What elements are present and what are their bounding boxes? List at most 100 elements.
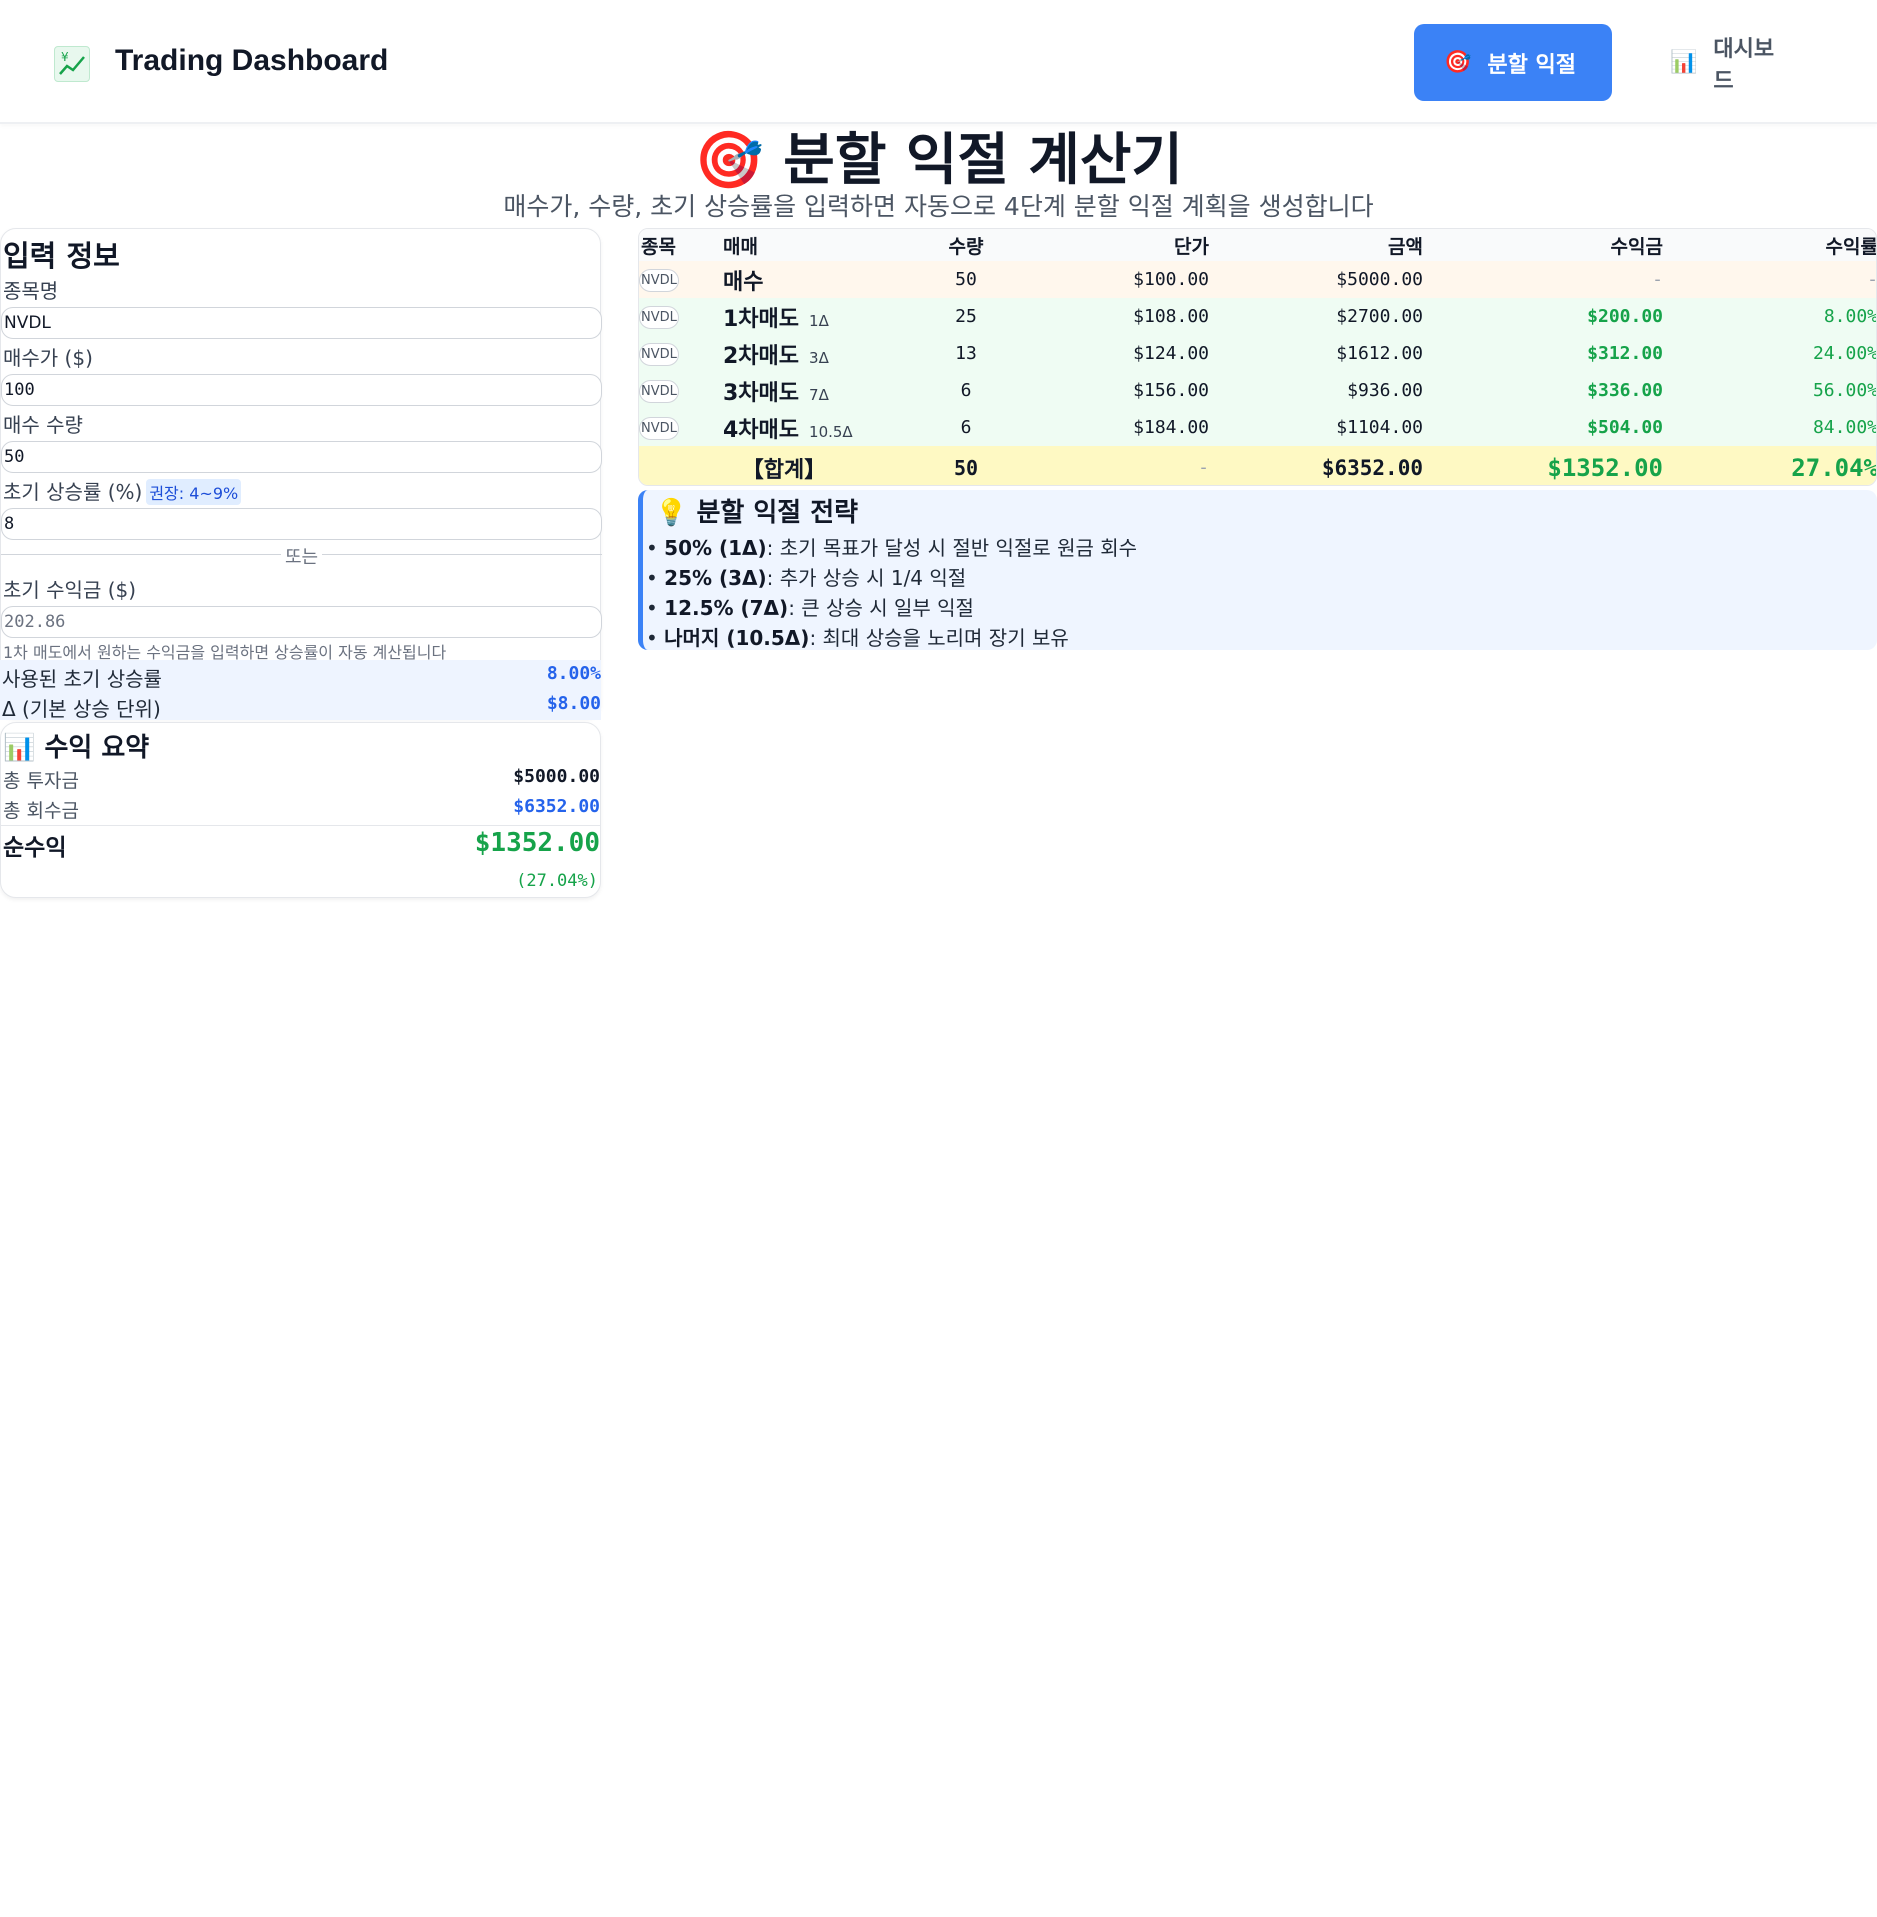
delta-tag: 10.5Δ — [809, 422, 853, 441]
lightbulb-icon: 💡 — [655, 498, 688, 528]
invest-label: 총 투자금 — [3, 770, 79, 792]
amount-cell: $1104.00 — [1209, 409, 1423, 446]
qty-cell: 13 — [929, 335, 1003, 372]
nav-split-profit-button[interactable]: 🎯 분할 익절 — [1414, 24, 1612, 101]
col-qty: 수량 — [929, 229, 1003, 261]
rate-cell: 8.00% — [1663, 298, 1876, 335]
price-input[interactable]: 100 — [1, 374, 602, 406]
ticker-badge: NVDL — [639, 268, 679, 292]
rate-hint-badge: 권장: 4~9% — [146, 479, 242, 505]
qty-cell: 25 — [929, 298, 1003, 335]
price-label: 매수가 ($) — [3, 346, 93, 370]
ticker-value: NVDL — [4, 313, 51, 333]
used-rate-label: 사용된 초기 상승률 — [2, 667, 162, 691]
summary-card: 📊 수익 요약 총 투자금 $5000.00 총 회수금 $6352.00 순수… — [0, 722, 601, 898]
rate-input[interactable]: 8 — [1, 508, 602, 540]
total-label: 【합계】 — [741, 457, 827, 483]
strategy-item: • 50% (1Δ): 초기 목표가 달성 시 절반 익절로 원금 회수 — [646, 536, 1138, 560]
table-row-sell-2: NVDL 2차매도 3Δ 13 $124.00 $1612.00 $312.00 … — [639, 335, 1876, 372]
table-row-sell-3: NVDL 3차매도 7Δ 6 $156.00 $936.00 $336.00 56… — [639, 372, 1876, 409]
invest-row: 총 투자금 $5000.00 — [3, 766, 600, 793]
qty-cell: 6 — [929, 409, 1003, 446]
nav-dashboard-label: 대시보드 — [1713, 36, 1775, 94]
trade-type: 1차매도 — [723, 306, 800, 332]
summary-heading: 📊 수익 요약 — [3, 727, 149, 764]
ticker-input[interactable]: NVDL — [1, 307, 602, 339]
target-icon: 🎯 — [694, 128, 764, 193]
delta-label: Δ (기본 상승 단위) — [2, 697, 161, 721]
rate-cell: 56.00% — [1663, 372, 1876, 409]
page-title-text: 분할 익절 계산기 — [783, 128, 1183, 193]
page-title: 🎯 분할 익절 계산기 — [0, 126, 1877, 196]
qty-value: 50 — [4, 447, 25, 467]
amount-cell: $936.00 — [1209, 372, 1423, 409]
profit-input[interactable]: 202.86 — [1, 606, 602, 638]
rate-label: 초기 상승률 (%) — [3, 480, 143, 504]
col-type: 매매 — [723, 229, 929, 261]
summary-divider — [1, 825, 600, 826]
price-value: 100 — [4, 380, 35, 400]
chart-yen-icon: ¥ — [54, 46, 90, 82]
strategy-item: • 25% (3Δ): 추가 상승 시 1/4 익절 — [646, 566, 967, 590]
col-price: 단가 — [1003, 229, 1209, 261]
net-profit-row: 순수익 $1352.00 — [3, 828, 600, 862]
used-rate-box: 사용된 초기 상승률 8.00% Δ (기본 상승 단위) $8.00 — [0, 660, 601, 722]
table-row-total: 【합계】 50 - $6352.00 $1352.00 27.04% — [639, 446, 1876, 485]
bar-chart-icon: 📊 — [3, 733, 36, 763]
net-profit-label: 순수익 — [3, 835, 67, 861]
profit-placeholder: 202.86 — [4, 612, 66, 632]
total-amount: $6352.00 — [1209, 446, 1423, 485]
amount-cell: $5000.00 — [1209, 261, 1423, 298]
strategy-heading: 💡 분할 익절 전략 — [655, 492, 858, 529]
delta-row: Δ (기본 상승 단위) $8.00 — [2, 693, 601, 722]
price-cell: $156.00 — [1003, 372, 1209, 409]
nav-dashboard-button[interactable]: 📊 대시보드 — [1640, 24, 1820, 101]
rate-cell: 84.00% — [1663, 409, 1876, 446]
total-price: - — [1003, 446, 1209, 485]
amount-cell: $2700.00 — [1209, 298, 1423, 335]
app-title: Trading Dashboard — [115, 44, 389, 77]
delta-tag: 1Δ — [809, 311, 829, 330]
ticker-badge: NVDL — [639, 342, 679, 366]
target-icon: 🎯 — [1444, 50, 1472, 75]
input-heading: 입력 정보 — [3, 239, 120, 273]
col-ticker: 종목 — [639, 229, 723, 261]
total-profit: $1352.00 — [1423, 446, 1663, 485]
recover-label: 총 회수금 — [3, 800, 79, 822]
price-cell: $108.00 — [1003, 298, 1209, 335]
top-navbar: ¥ Trading Dashboard 🎯 분할 익절 📊 대시보드 — [0, 0, 1877, 124]
profit-cell: $504.00 — [1423, 409, 1663, 446]
summary-heading-text: 수익 요약 — [44, 733, 150, 763]
net-profit-value: $1352.00 — [474, 828, 600, 858]
recover-row: 총 회수금 $6352.00 — [3, 796, 600, 823]
total-rate: 27.04% — [1663, 446, 1876, 485]
used-rate-value: 8.00% — [546, 663, 601, 684]
strategy-item: • 12.5% (7Δ): 큰 상승 시 일부 익절 — [646, 596, 974, 620]
ticker-label: 종목명 — [3, 279, 59, 303]
col-rate: 수익률 — [1663, 229, 1876, 261]
price-cell: $100.00 — [1003, 261, 1209, 298]
ticker-badge: NVDL — [639, 305, 679, 329]
ticker-badge: NVDL — [639, 379, 679, 403]
recover-value: $6352.00 — [513, 796, 600, 817]
total-qty: 50 — [929, 446, 1003, 485]
delta-value: $8.00 — [546, 693, 601, 714]
profit-cell: - — [1423, 261, 1663, 298]
table-header-row: 종목 매매 수량 단가 금액 수익금 수익률 — [639, 229, 1876, 261]
strategy-item: • 나머지 (10.5Δ): 최대 상승을 노리며 장기 보유 — [646, 626, 1069, 650]
nav-split-profit-label: 분할 익절 — [1487, 52, 1577, 78]
qty-cell: 50 — [929, 261, 1003, 298]
ticker-badge: NVDL — [639, 416, 679, 440]
table-row-sell-4: NVDL 4차매도 10.5Δ 6 $184.00 $1104.00 $504.0… — [639, 409, 1876, 446]
input-card: 입력 정보 종목명 NVDL 매수가 ($) 100 매수 수량 50 초기 상… — [0, 228, 602, 718]
trade-type: 매수 — [723, 269, 764, 295]
rate-cell: - — [1663, 261, 1876, 298]
price-cell: $124.00 — [1003, 335, 1209, 372]
strategy-heading-text: 분할 익절 전략 — [696, 498, 859, 528]
rate-value: 8 — [4, 514, 15, 534]
qty-input[interactable]: 50 — [1, 441, 602, 473]
bar-chart-icon: 📊 — [1670, 50, 1698, 75]
table-row-buy: NVDL 매수 50 $100.00 $5000.00 - - — [639, 261, 1876, 298]
trade-type: 2차매도 — [723, 343, 800, 369]
profit-cell: $312.00 — [1423, 335, 1663, 372]
